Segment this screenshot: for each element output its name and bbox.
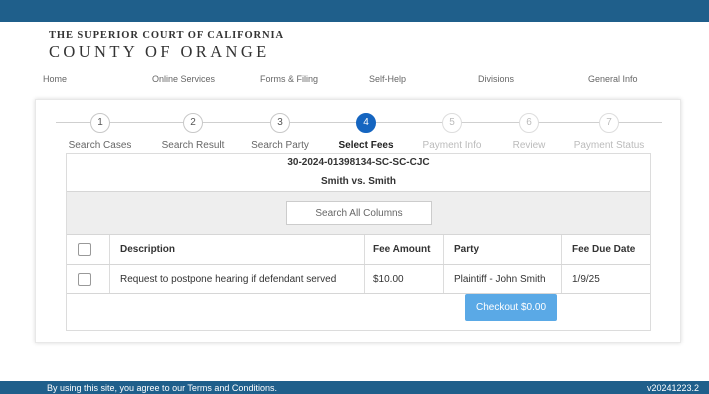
case-title: Smith vs. Smith xyxy=(320,176,396,187)
column-divider xyxy=(109,235,110,264)
main-nav: Home Online Services Forms & Filing Self… xyxy=(0,74,709,88)
nav-forms-filing[interactable]: Forms & Filing xyxy=(260,74,318,84)
table-header: Description Fee Amount Party Fee Due Dat… xyxy=(67,235,650,265)
column-divider xyxy=(561,235,562,264)
case-number: 30-2024-01398134-SC-SC-CJC xyxy=(287,157,430,168)
select-all-checkbox[interactable] xyxy=(78,243,91,256)
nav-home[interactable]: Home xyxy=(43,74,67,84)
step-3-label: Search Party xyxy=(251,140,309,151)
fee-table-panel: 30-2024-01398134-SC-SC-CJC Smith vs. Smi… xyxy=(66,153,651,331)
footer-version: v20241223.2 xyxy=(646,383,699,393)
column-divider xyxy=(443,265,444,293)
step-4-circle: 4 xyxy=(356,113,376,133)
step-5-label: Payment Info xyxy=(422,140,482,151)
row-description: Request to postpone hearing if defendant… xyxy=(120,273,337,285)
table-row[interactable]: Request to postpone hearing if defendant… xyxy=(67,265,650,294)
column-header-fee-amount[interactable]: Fee Amount xyxy=(373,235,430,264)
row-select-cell xyxy=(78,265,91,293)
row-checkbox[interactable] xyxy=(78,272,91,286)
row-fee-amount: $10.00 xyxy=(373,273,404,285)
step-2-label: Search Result xyxy=(161,140,225,151)
row-party: Plaintiff - John Smith xyxy=(454,273,546,285)
column-header-description[interactable]: Description xyxy=(120,235,175,264)
footer-terms-text[interactable]: By using this site, you agree to our Ter… xyxy=(47,383,277,393)
footer-bar: By using this site, you agree to our Ter… xyxy=(0,381,709,394)
logo-county-line: COUNTY OF ORANGE xyxy=(49,42,270,61)
column-divider xyxy=(364,265,365,293)
column-header-party[interactable]: Party xyxy=(454,235,479,264)
checkout-button[interactable]: Checkout $0.00 xyxy=(465,294,557,321)
select-all-cell xyxy=(78,235,91,264)
step-1-label: Search Cases xyxy=(68,140,132,151)
search-band xyxy=(67,191,650,235)
nav-online-services[interactable]: Online Services xyxy=(152,74,215,84)
nav-general-info[interactable]: General Info xyxy=(588,74,638,84)
step-7-label: Payment Status xyxy=(573,140,645,151)
logo-title-line: THE SUPERIOR COURT OF CALIFORNIA xyxy=(49,30,284,41)
column-header-fee-due-date[interactable]: Fee Due Date xyxy=(572,235,635,264)
fee-selection-card: 1 2 3 4 5 6 7 Search Cases Search Result… xyxy=(35,99,681,343)
nav-divisions[interactable]: Divisions xyxy=(478,74,514,84)
court-logo[interactable]: THE SUPERIOR COURT OF CALIFORNIA COUNTY … xyxy=(49,30,284,62)
top-brand-bar xyxy=(0,0,709,22)
nav-self-help[interactable]: Self-Help xyxy=(369,74,406,84)
step-5-circle: 5 xyxy=(442,113,462,133)
search-all-columns-input[interactable] xyxy=(286,201,432,225)
step-3-circle: 3 xyxy=(270,113,290,133)
step-4-label: Select Fees xyxy=(338,140,394,151)
row-fee-due-date: 1/9/25 xyxy=(572,273,600,285)
column-divider xyxy=(443,235,444,264)
column-divider xyxy=(109,265,110,293)
step-2-circle: 2 xyxy=(183,113,203,133)
step-7-circle: 7 xyxy=(599,113,619,133)
column-divider xyxy=(561,265,562,293)
column-divider xyxy=(364,235,365,264)
step-6-circle: 6 xyxy=(519,113,539,133)
step-1-circle: 1 xyxy=(90,113,110,133)
step-6-label: Review xyxy=(512,140,546,151)
